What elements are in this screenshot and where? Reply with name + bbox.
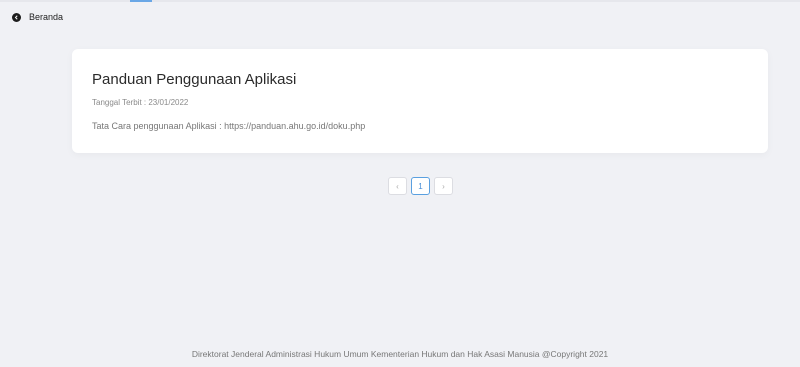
next-page-button[interactable]: › bbox=[434, 177, 453, 195]
footer-copyright: Direktorat Jenderal Administrasi Hukum U… bbox=[191, 349, 609, 359]
back-to-home-link[interactable]: Beranda bbox=[12, 12, 63, 22]
pagination: ‹ 1 › bbox=[388, 177, 453, 195]
chevron-right-icon: › bbox=[442, 181, 445, 191]
page-1-button[interactable]: 1 bbox=[411, 177, 430, 195]
prev-page-button[interactable]: ‹ bbox=[388, 177, 407, 195]
announcement-card: Panduan Penggunaan Aplikasi Tanggal Terb… bbox=[72, 49, 768, 153]
back-link-label: Beranda bbox=[29, 12, 64, 22]
top-bar-accent bbox=[130, 0, 152, 2]
top-bar bbox=[0, 0, 800, 2]
announcement-date: Tanggal Terbit : 23/01/2022 bbox=[92, 98, 189, 107]
announcement-title: Panduan Penggunaan Aplikasi bbox=[92, 71, 297, 88]
chevron-left-icon: ‹ bbox=[396, 181, 399, 191]
chevron-left-circle-icon bbox=[12, 12, 21, 22]
announcement-description: Tata Cara penggunaan Aplikasi : https://… bbox=[92, 121, 366, 131]
